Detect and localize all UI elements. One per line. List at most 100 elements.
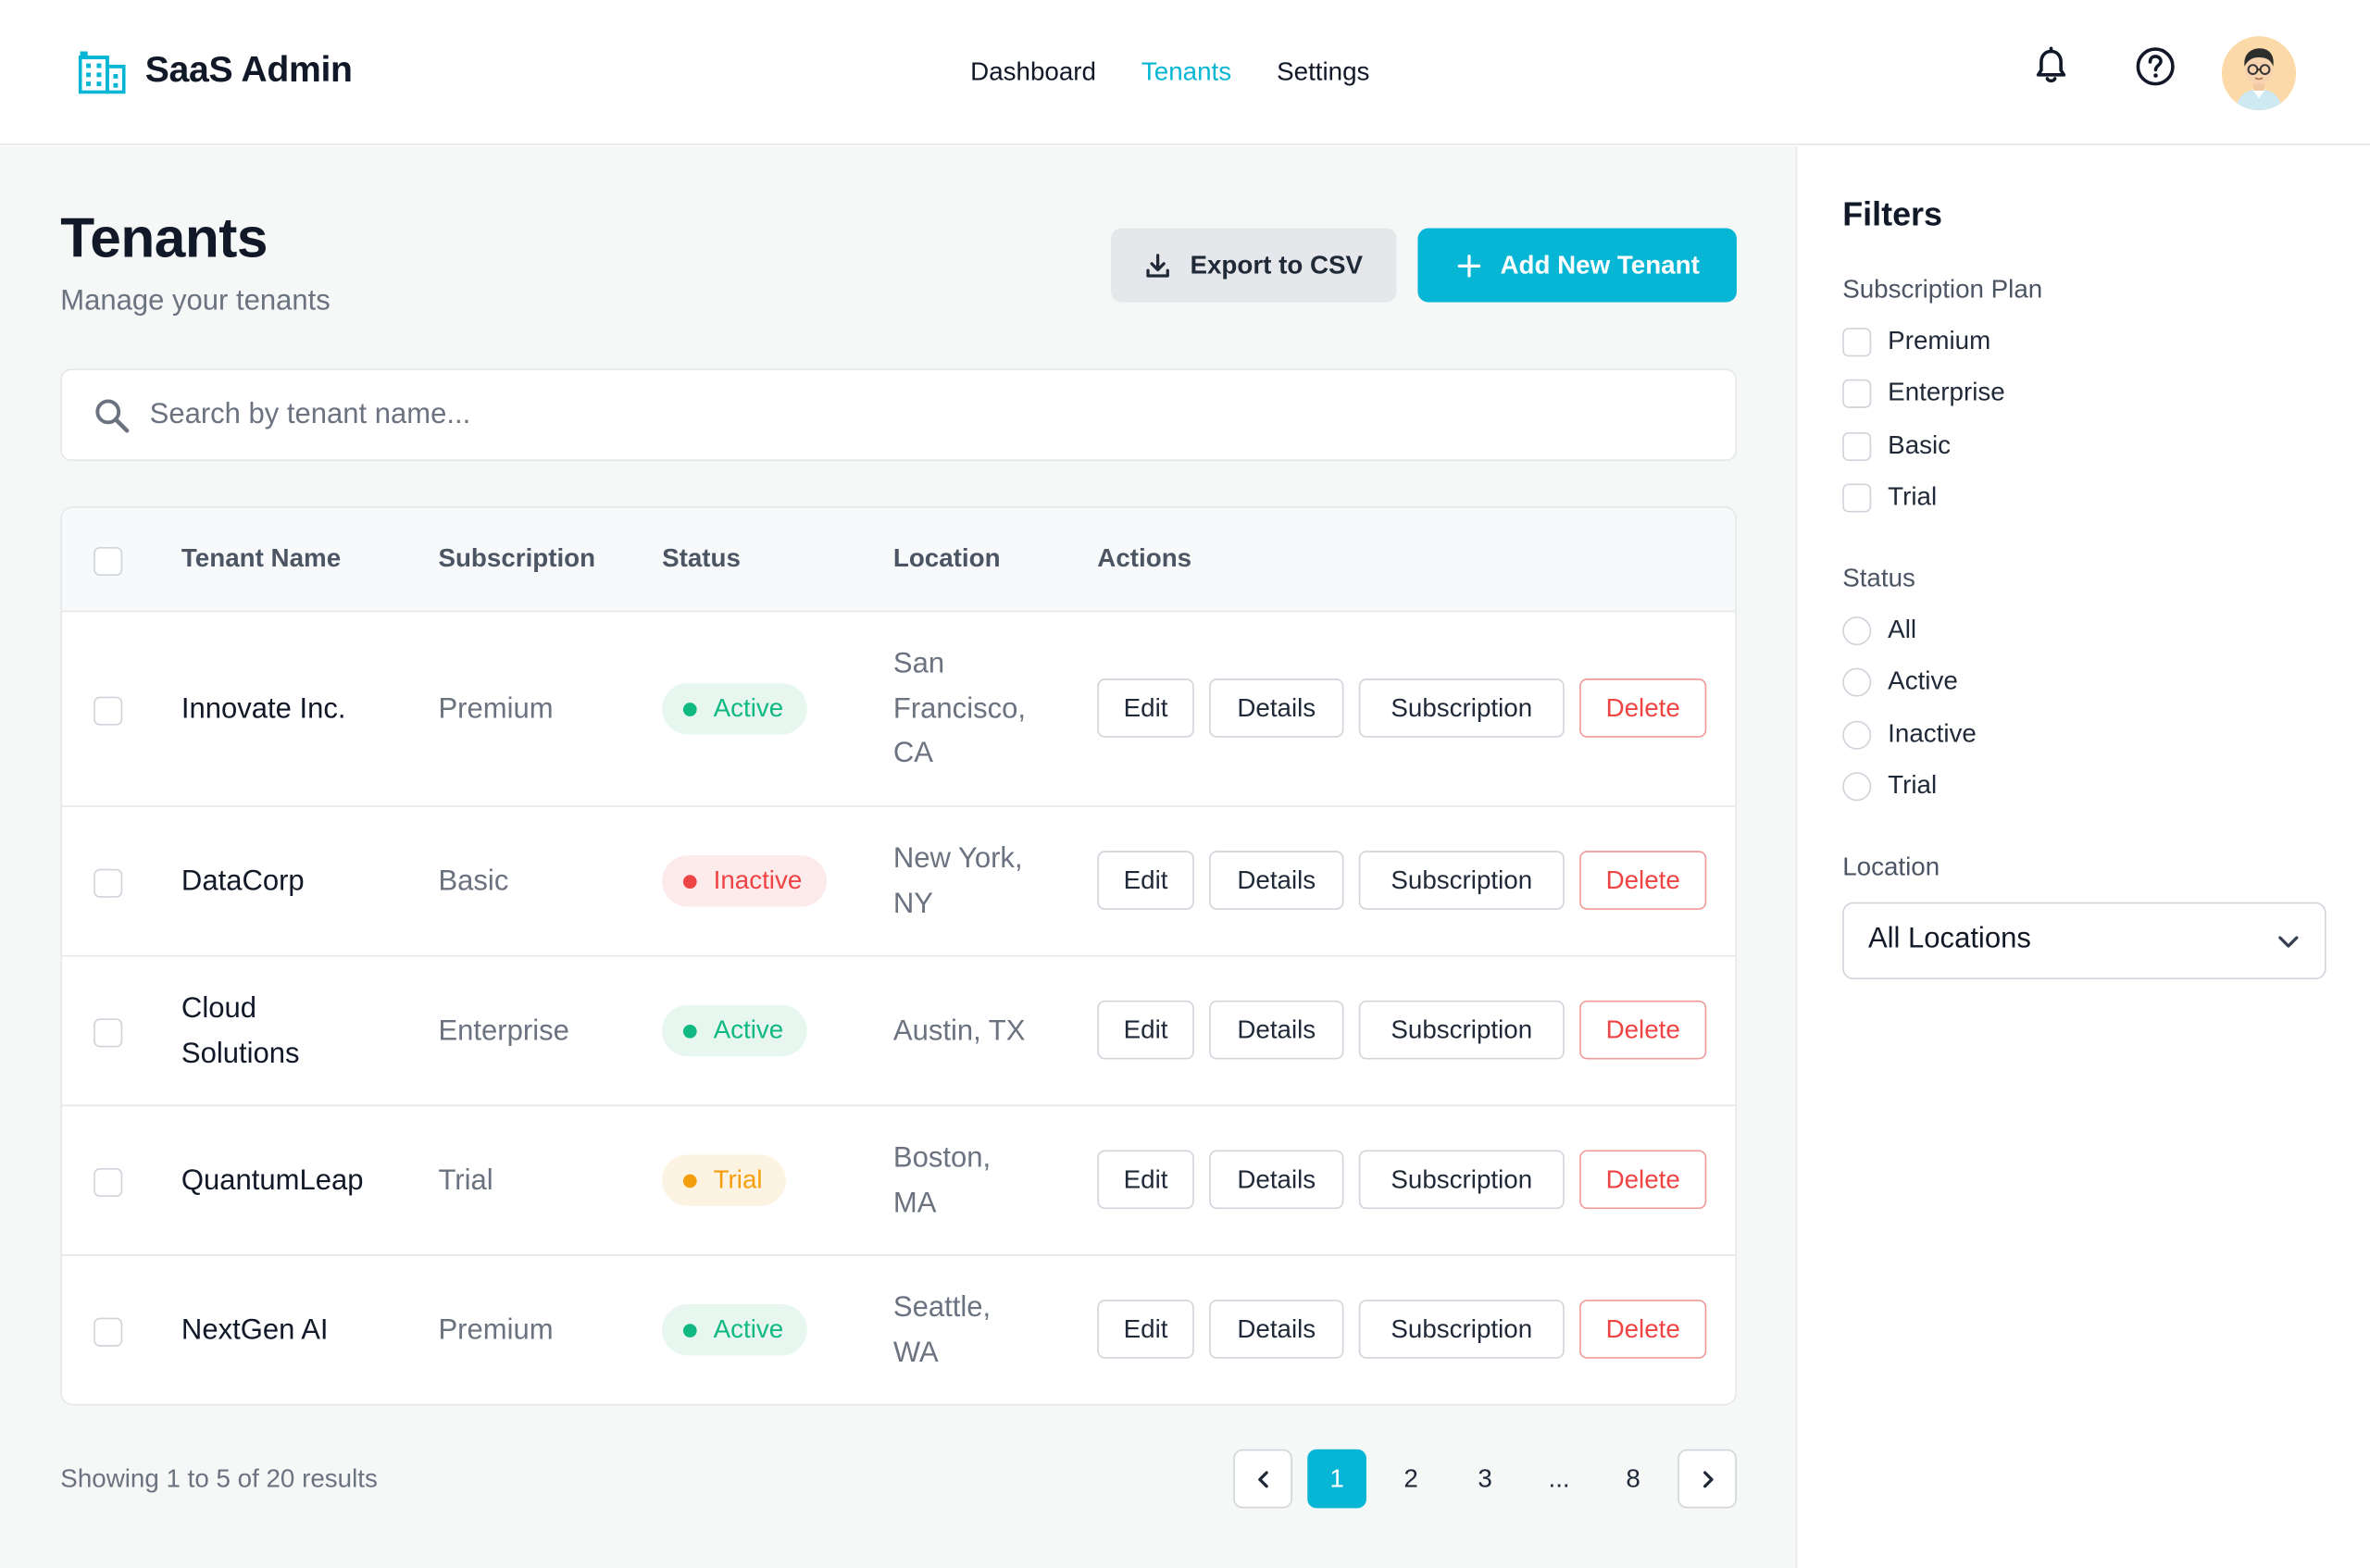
status-dot-icon: [682, 874, 697, 889]
details-button[interactable]: Details: [1209, 851, 1344, 910]
status-dot-icon: [682, 1024, 697, 1038]
main-nav: Dashboard Tenants Settings: [970, 55, 1415, 91]
export-csv-label: Export to CSV: [1190, 250, 1364, 280]
subscription-button[interactable]: Subscription: [1358, 1150, 1565, 1210]
subscription-button[interactable]: Subscription: [1358, 851, 1565, 910]
checkbox[interactable]: [1842, 482, 1872, 512]
subscription-button[interactable]: Subscription: [1358, 1300, 1565, 1359]
table-row: DataCorp Basic Inactive New York, NY Edi…: [61, 805, 1736, 955]
column-header-location[interactable]: Location: [893, 544, 1001, 575]
prev-page-button[interactable]: [1233, 1449, 1292, 1509]
page-button-8[interactable]: 8: [1603, 1450, 1663, 1509]
edit-button[interactable]: Edit: [1097, 678, 1194, 738]
column-header-subscription[interactable]: Subscription: [438, 544, 595, 575]
checkbox[interactable]: [1842, 327, 1872, 356]
details-button[interactable]: Details: [1209, 678, 1344, 738]
delete-button[interactable]: Delete: [1579, 1000, 1707, 1060]
details-button[interactable]: Details: [1209, 1300, 1344, 1359]
subscription-button[interactable]: Subscription: [1358, 678, 1565, 738]
edit-button[interactable]: Edit: [1097, 1300, 1194, 1359]
filter-option-label: Trial: [1888, 481, 1938, 511]
tenant-subscription: Premium: [438, 1314, 554, 1347]
page-subtitle: Manage your tenants: [60, 285, 331, 317]
tenant-name[interactable]: DataCorp: [181, 860, 305, 904]
filter-status-all[interactable]: All: [1842, 614, 1916, 647]
bell-icon[interactable]: [2030, 45, 2073, 88]
edit-button[interactable]: Edit: [1097, 851, 1194, 910]
export-csv-button[interactable]: Export to CSV: [1111, 228, 1397, 303]
delete-button[interactable]: Delete: [1579, 1300, 1707, 1359]
filter-plan-enterprise[interactable]: Enterprise: [1842, 377, 2005, 410]
radio[interactable]: [1842, 666, 1872, 696]
edit-button[interactable]: Edit: [1097, 1000, 1194, 1060]
page-button-1[interactable]: 1: [1307, 1449, 1366, 1509]
delete-button[interactable]: Delete: [1579, 678, 1707, 738]
tenant-location: Boston, MA: [892, 1142, 992, 1219]
brand[interactable]: SaaS Admin: [78, 48, 353, 94]
radio[interactable]: [1842, 771, 1872, 801]
row-checkbox[interactable]: [94, 868, 123, 898]
status-label: Active: [713, 1314, 784, 1344]
radio[interactable]: [1842, 719, 1872, 749]
subscription-button[interactable]: Subscription: [1358, 1000, 1565, 1060]
filter-plan-premium[interactable]: Premium: [1842, 325, 1990, 358]
checkbox[interactable]: [1842, 378, 1872, 407]
brand-name: SaaS Admin: [144, 49, 353, 91]
details-button[interactable]: Details: [1209, 1000, 1344, 1060]
nav-settings[interactable]: Settings: [1277, 55, 1369, 91]
nav-tenants[interactable]: Tenants: [1141, 55, 1231, 91]
search-input[interactable]: [149, 369, 1707, 460]
next-page-button[interactable]: [1678, 1449, 1737, 1509]
filter-option-label: Inactive: [1888, 719, 1977, 749]
column-header-tenant-name[interactable]: Tenant Name: [181, 544, 341, 575]
nav-dashboard[interactable]: Dashboard: [970, 55, 1096, 91]
filter-status-inactive[interactable]: Inactive: [1842, 718, 1977, 752]
status-badge: Active: [662, 1004, 808, 1057]
page-button-2[interactable]: 2: [1381, 1450, 1441, 1509]
filter-plan-trial[interactable]: Trial: [1842, 480, 1937, 514]
tenant-subscription: Premium: [438, 693, 554, 726]
radio[interactable]: [1842, 616, 1872, 645]
avatar-portrait-icon: [2222, 36, 2296, 111]
filter-status-trial[interactable]: Trial: [1842, 769, 1937, 803]
select-all-checkbox[interactable]: [94, 547, 123, 577]
row-checkbox[interactable]: [94, 1018, 123, 1048]
row-checkbox[interactable]: [94, 696, 123, 726]
plus-icon: [1456, 254, 1480, 277]
tenant-subscription: Basic: [438, 865, 509, 898]
tenants-table: Tenant Name Subscription Status Location…: [60, 505, 1737, 1406]
tenant-subscription: Trial: [438, 1164, 493, 1198]
location-filter-label: Location: [1842, 852, 1940, 881]
tenant-name[interactable]: Innovate Inc.: [181, 688, 346, 732]
tenant-name[interactable]: QuantumLeap: [181, 1159, 364, 1203]
location-select-value: All Locations: [1867, 923, 2031, 955]
delete-button[interactable]: Delete: [1579, 851, 1707, 910]
row-checkbox[interactable]: [94, 1168, 123, 1198]
filter-option-label: Basic: [1888, 430, 1952, 460]
column-header-actions: Actions: [1097, 543, 1192, 573]
location-select[interactable]: All Locations: [1842, 902, 2326, 979]
filter-status-active[interactable]: Active: [1842, 665, 1958, 698]
details-button[interactable]: Details: [1209, 1150, 1344, 1210]
help-circle-icon[interactable]: [2134, 45, 2177, 88]
top-navbar: SaaS Admin Dashboard Tenants Settings: [0, 0, 2370, 145]
status-dot-icon: [682, 1173, 697, 1188]
filter-plan-basic[interactable]: Basic: [1842, 429, 1951, 463]
page-button-3[interactable]: 3: [1455, 1450, 1515, 1509]
main-content: Tenants Manage your tenants Export to CS…: [0, 146, 1796, 1568]
filters-title: Filters: [1842, 194, 1943, 233]
tenant-name[interactable]: Cloud Solutions: [181, 987, 332, 1076]
edit-button[interactable]: Edit: [1097, 1150, 1194, 1210]
checkbox[interactable]: [1842, 431, 1872, 461]
status-label: Active: [713, 1015, 784, 1045]
row-checkbox[interactable]: [94, 1317, 123, 1347]
tenant-name[interactable]: NextGen AI: [181, 1309, 329, 1353]
tenant-location: Seattle, WA: [892, 1291, 992, 1369]
filter-option-label: Trial: [1888, 770, 1938, 800]
delete-button[interactable]: Delete: [1579, 1150, 1707, 1210]
user-avatar[interactable]: [2222, 36, 2296, 111]
add-tenant-button[interactable]: Add New Tenant: [1417, 228, 1737, 303]
column-header-status[interactable]: Status: [662, 544, 741, 575]
filter-option-label: Enterprise: [1888, 378, 2005, 407]
chevron-right-icon: [1703, 1470, 1713, 1487]
